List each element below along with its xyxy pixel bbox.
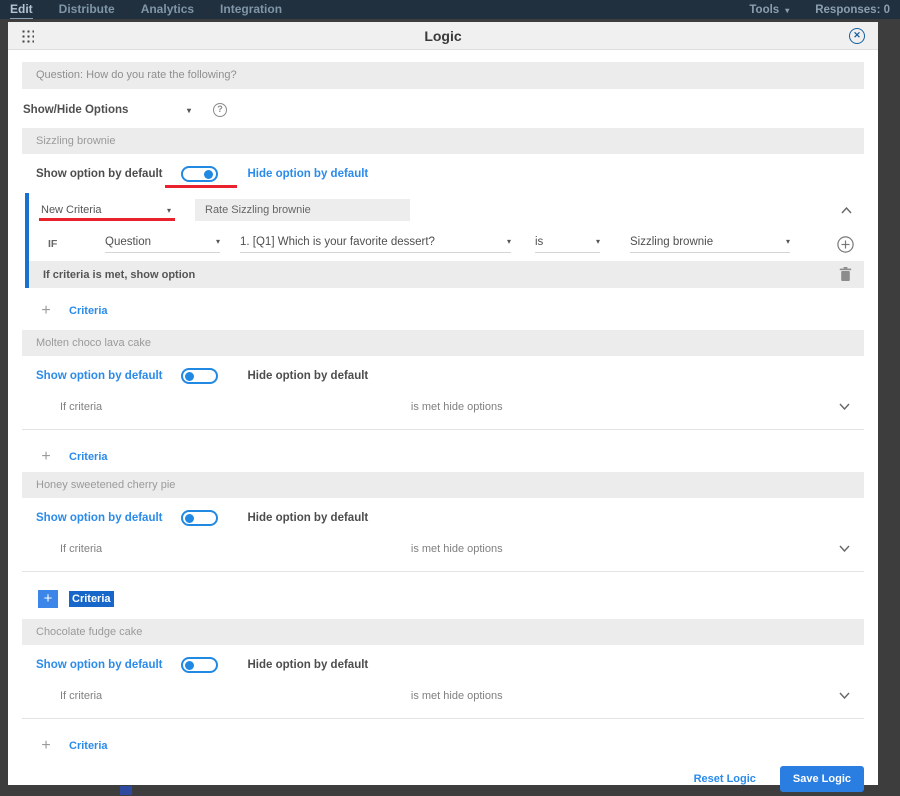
show-option-label[interactable]: Show option by default [36,659,163,671]
plus-icon: + [38,590,58,608]
collapsed-criteria-row[interactable]: If criteria is met hide options [22,684,864,710]
section-header: Molten choco lava cake [22,330,864,356]
add-condition-icon[interactable] [837,235,854,253]
logic-modal: Logic ✕ Question: How do you rate the fo… [8,22,878,792]
drag-handle-icon[interactable] [21,29,34,44]
add-criteria-button[interactable]: + Criteria [22,301,864,321]
trash-icon[interactable] [839,267,852,282]
modal-header: Logic ✕ [8,22,878,50]
show-option-label[interactable]: Show option by default [36,168,163,180]
criteria-action-text: If criteria is met, show option [43,268,196,281]
criteria-editor: New Criteria▾ IF Question▾ 1. [Q1] Which… [25,193,864,288]
hide-option-label[interactable]: Hide option by default [248,659,369,671]
question-label-bar: Question: How do you rate the following? [22,62,864,89]
chevron-down-icon[interactable] [839,690,850,702]
top-navigation-bar: Edit Distribute Analytics Integration To… [0,0,900,19]
tab-distribute[interactable]: Distribute [59,1,115,18]
caret-down-icon: ▾ [595,237,600,246]
tab-edit[interactable]: Edit [10,1,33,19]
chevron-down-icon[interactable] [839,401,850,413]
hide-option-label[interactable]: Hide option by default [248,512,369,524]
help-icon[interactable]: ? [213,103,227,117]
criteria-action-bar: If criteria is met, show option [29,261,864,288]
hide-option-label[interactable]: Hide option by default [248,168,369,180]
chevron-up-icon[interactable] [841,206,852,214]
criteria-select-dropdown[interactable]: New Criteria ▾ [39,204,175,221]
criteria-type-dropdown[interactable]: Question ▾ [105,236,220,253]
section-header: Honey sweetened cherry pie [22,472,864,498]
collapsed-criteria-row[interactable]: If criteria is met hide options [22,537,864,563]
tab-integration[interactable]: Integration [220,1,282,18]
toggle-knob [185,371,194,381]
show-hide-toggle[interactable] [180,368,218,384]
add-criteria-button[interactable]: + Criteria [22,736,864,756]
logic-type-dropdown[interactable]: Show/Hide Options ▾ [23,104,191,116]
toggle-knob [185,660,194,670]
criteria-question-dropdown[interactable]: 1. [Q1] Which is your favorite dessert? ▾ [240,236,511,253]
criteria-name-input[interactable] [195,199,410,221]
show-option-label[interactable]: Show option by default [36,370,163,382]
annotation-underline [164,185,237,188]
hide-option-label[interactable]: Hide option by default [248,370,369,382]
if-label: IF [48,238,58,250]
plus-icon: + [41,737,51,754]
show-hide-toggle[interactable] [180,166,218,182]
add-criteria-button-highlighted[interactable]: + Criteria [22,589,864,609]
plus-icon: + [41,448,51,465]
reset-logic-button[interactable]: Reset Logic [694,773,756,785]
chevron-down-icon[interactable] [839,543,850,555]
modal-content: Question: How do you rate the following?… [8,62,878,796]
collapsed-criteria-row[interactable]: If criteria is met hide options [22,395,864,421]
caret-down-icon: ▾ [785,5,790,15]
responses-count[interactable]: Responses: 0 [815,4,890,16]
tools-menu[interactable]: Tools ▾ [749,4,789,16]
show-hide-toggle[interactable] [180,657,218,673]
background-page-artifact [120,786,132,795]
close-icon[interactable]: ✕ [849,28,865,44]
annotation-underline [39,218,175,221]
add-criteria-button[interactable]: + Criteria [22,447,864,467]
toggle-knob [185,513,194,523]
modal-title: Logic [424,27,462,44]
criteria-value-dropdown[interactable]: Sizzling brownie ▾ [630,236,790,253]
criteria-operator-dropdown[interactable]: is ▾ [535,236,600,253]
plus-icon: + [41,302,51,319]
caret-down-icon: ▾ [186,105,191,115]
caret-down-icon: ▾ [785,237,790,246]
save-logic-button[interactable]: Save Logic [779,766,864,792]
caret-down-icon: ▾ [166,205,171,215]
caret-down-icon: ▾ [506,237,511,246]
show-hide-toggle[interactable] [180,510,218,526]
section-header: Chocolate fudge cake [22,619,864,645]
tab-analytics[interactable]: Analytics [141,1,194,18]
show-option-label[interactable]: Show option by default [36,512,163,524]
toggle-knob [204,169,213,179]
caret-down-icon: ▾ [215,237,220,246]
section-header: Sizzling brownie [22,128,864,154]
